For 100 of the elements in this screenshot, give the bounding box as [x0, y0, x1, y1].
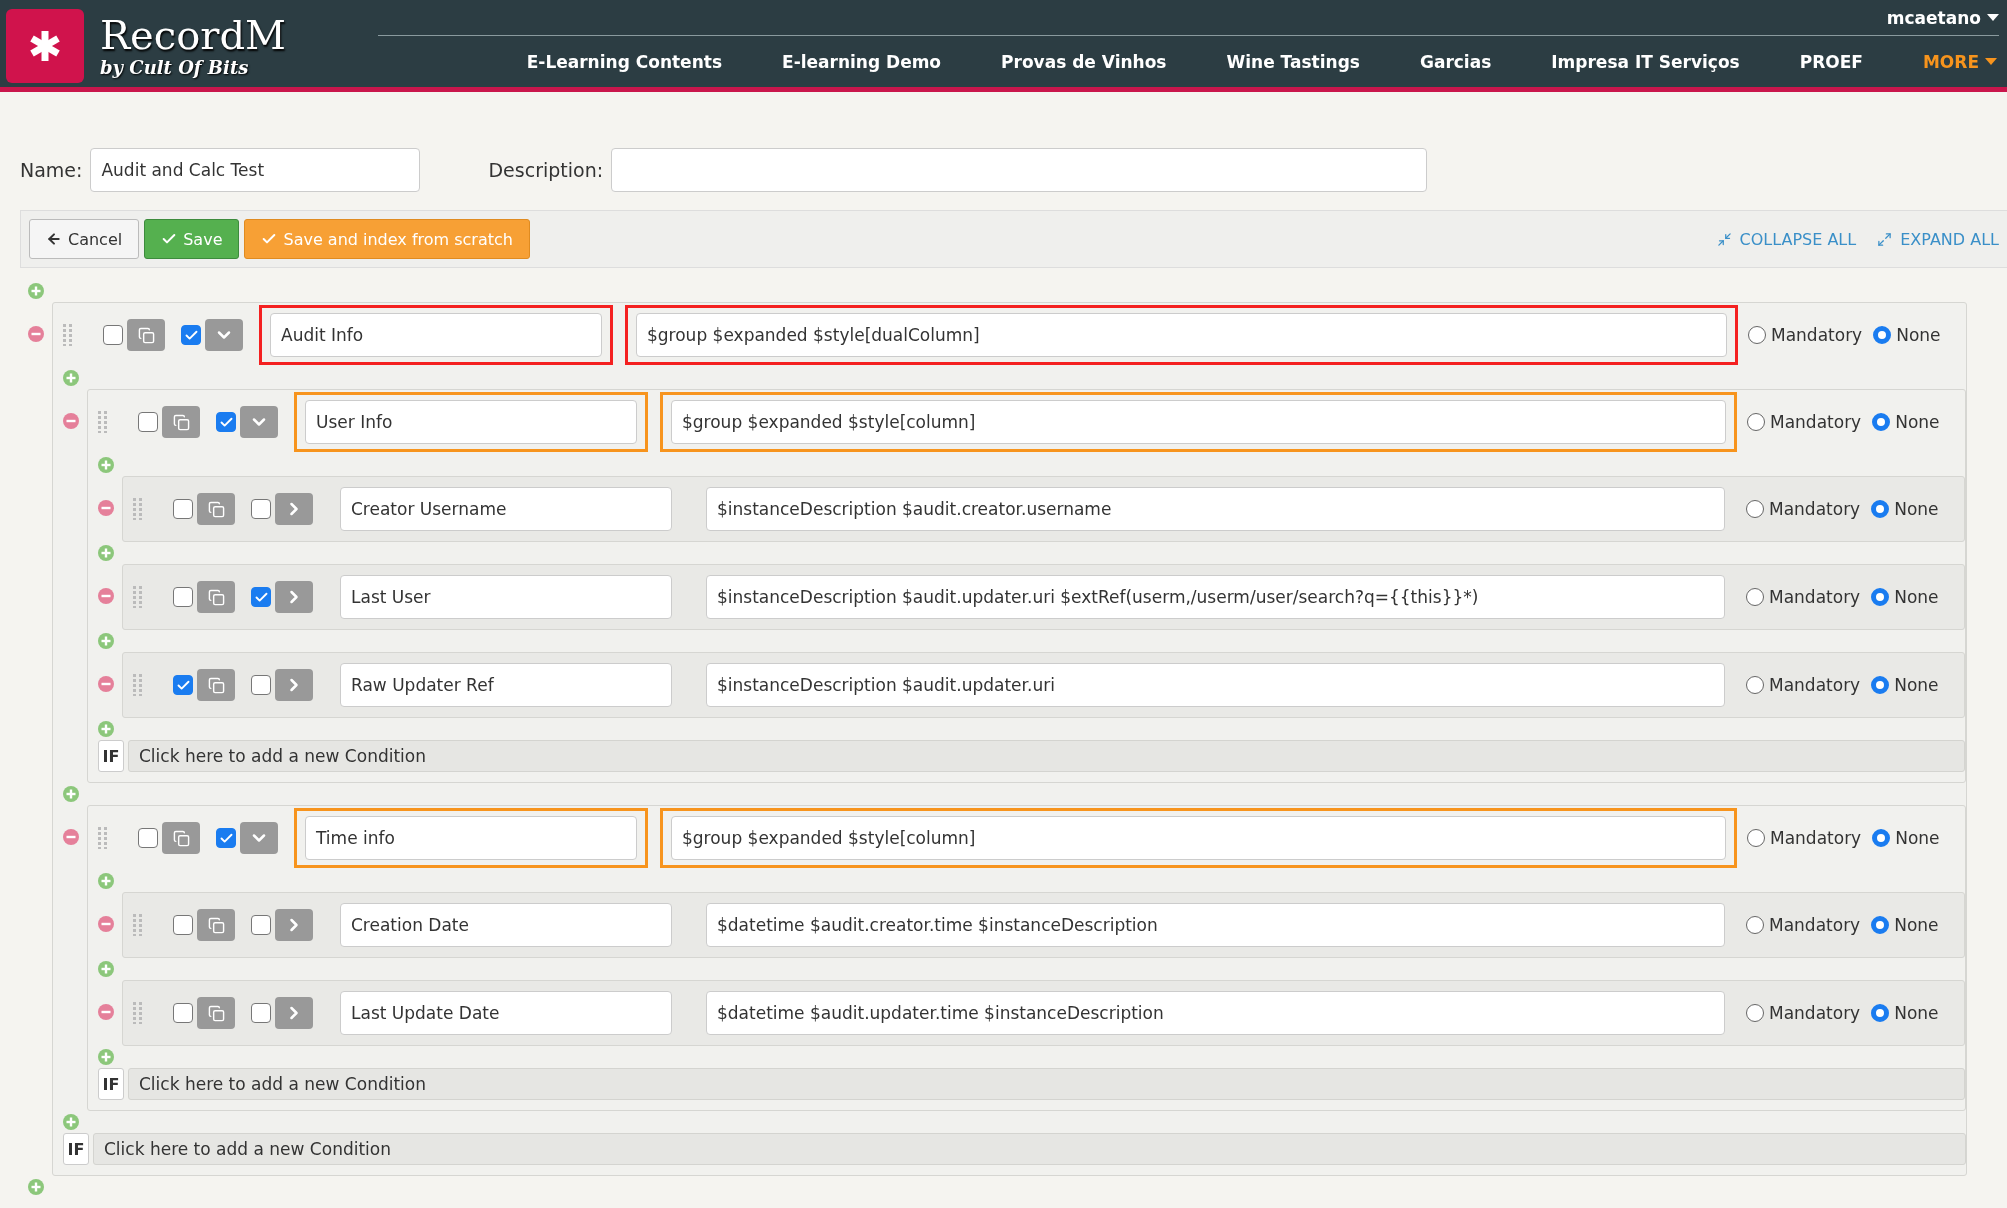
checkbox[interactable]	[138, 828, 158, 848]
checkbox[interactable]	[138, 412, 158, 432]
expand-button[interactable]	[240, 822, 278, 854]
checkbox[interactable]	[173, 915, 193, 935]
radio-button[interactable]	[1873, 326, 1892, 344]
drag-handle-icon[interactable]	[133, 498, 143, 520]
expand-button[interactable]	[275, 909, 313, 941]
drag-handle-icon[interactable]	[98, 411, 108, 433]
remove-icon[interactable]	[63, 829, 79, 845]
drag-handle-icon[interactable]	[133, 674, 143, 696]
nav-link[interactable]: E-Learning Contents	[526, 51, 722, 72]
add-icon[interactable]	[63, 1114, 79, 1130]
add-condition-bar[interactable]: Click here to add a new Condition	[128, 740, 1965, 772]
drag-handle-icon[interactable]	[133, 586, 143, 608]
name-field[interactable]: Raw Updater Ref	[340, 663, 672, 707]
radio-button[interactable]	[1872, 413, 1891, 431]
checkbox[interactable]	[173, 675, 193, 695]
checkbox[interactable]	[251, 915, 271, 935]
checkbox[interactable]	[173, 587, 193, 607]
radio-button[interactable]	[1748, 326, 1766, 344]
duplicate-button[interactable]	[127, 319, 165, 351]
radio-button[interactable]	[1747, 413, 1765, 431]
checkbox[interactable]	[216, 412, 236, 432]
add-icon[interactable]	[28, 283, 44, 299]
remove-icon[interactable]	[63, 413, 79, 429]
checkbox[interactable]	[251, 499, 271, 519]
drag-handle-icon[interactable]	[63, 324, 73, 346]
more-menu[interactable]: MORE	[1922, 51, 1997, 72]
checkbox[interactable]	[251, 1003, 271, 1023]
remove-icon[interactable]	[98, 1004, 114, 1020]
logo-icon[interactable]	[6, 8, 84, 83]
radio-button[interactable]	[1871, 916, 1890, 934]
name-field[interactable]: Last User	[340, 575, 672, 619]
radio-button[interactable]	[1871, 1004, 1890, 1022]
name-field[interactable]: User Info	[305, 400, 637, 444]
remove-icon[interactable]	[98, 588, 114, 604]
drag-handle-icon[interactable]	[133, 1002, 143, 1024]
expand-button[interactable]	[275, 493, 313, 525]
radio-button[interactable]	[1871, 676, 1890, 694]
description-field[interactable]: $group $expanded $style[column]	[671, 816, 1726, 860]
description-input[interactable]	[611, 148, 1428, 192]
name-field[interactable]: Creation Date	[340, 903, 672, 947]
add-icon[interactable]	[98, 1049, 114, 1065]
duplicate-button[interactable]	[197, 997, 235, 1029]
remove-icon[interactable]	[28, 326, 44, 342]
nav-link[interactable]: Provas de Vinhos	[1001, 51, 1167, 72]
name-field[interactable]: Creator Username	[340, 487, 672, 531]
checkbox[interactable]	[251, 587, 271, 607]
radio-button[interactable]	[1746, 588, 1764, 606]
radio-button[interactable]	[1872, 829, 1891, 847]
remove-icon[interactable]	[98, 500, 114, 516]
name-input[interactable]: Audit and Calc Test	[90, 148, 421, 192]
nav-link[interactable]: Impresa IT Serviços	[1551, 51, 1740, 72]
expand-button[interactable]	[275, 669, 313, 701]
name-field[interactable]: Time info	[305, 816, 637, 860]
description-field[interactable]: $instanceDescription $audit.updater.uri	[706, 663, 1725, 707]
duplicate-button[interactable]	[197, 493, 235, 525]
nav-link[interactable]: PROEF	[1799, 51, 1863, 72]
name-field[interactable]: Audit Info	[270, 313, 602, 357]
nav-link[interactable]: Wine Tastings	[1226, 51, 1360, 72]
expand-button[interactable]	[240, 406, 278, 438]
drag-handle-icon[interactable]	[133, 914, 143, 936]
nav-link[interactable]: E-learning Demo	[782, 51, 942, 72]
duplicate-button[interactable]	[162, 406, 200, 438]
expand-button[interactable]	[275, 997, 313, 1029]
duplicate-button[interactable]	[197, 909, 235, 941]
checkbox[interactable]	[251, 675, 271, 695]
radio-button[interactable]	[1871, 588, 1890, 606]
add-icon[interactable]	[98, 545, 114, 561]
duplicate-button[interactable]	[162, 822, 200, 854]
description-field[interactable]: $group $expanded $style[dualColumn]	[636, 313, 1727, 357]
radio-button[interactable]	[1746, 500, 1764, 518]
radio-button[interactable]	[1746, 676, 1764, 694]
checkbox[interactable]	[216, 828, 236, 848]
duplicate-button[interactable]	[197, 669, 235, 701]
radio-button[interactable]	[1871, 500, 1890, 518]
description-field[interactable]: $datetime $audit.creator.time $instanceDescription	[706, 903, 1725, 947]
add-icon[interactable]	[98, 721, 114, 737]
nav-link[interactable]: Garcias	[1419, 51, 1492, 72]
add-icon[interactable]	[28, 1179, 44, 1195]
add-icon[interactable]	[98, 873, 114, 889]
add-icon[interactable]	[98, 633, 114, 649]
remove-icon[interactable]	[98, 676, 114, 692]
cancel-button[interactable]: Cancel	[29, 219, 140, 259]
radio-button[interactable]	[1746, 916, 1764, 934]
add-condition-bar[interactable]: Click here to add a new Condition	[93, 1133, 1966, 1165]
checkbox[interactable]	[181, 325, 201, 345]
add-icon[interactable]	[98, 457, 114, 473]
add-icon[interactable]	[63, 786, 79, 802]
expand-button[interactable]	[205, 319, 243, 351]
name-field[interactable]: Last Update Date	[340, 991, 672, 1035]
add-icon[interactable]	[98, 961, 114, 977]
checkbox[interactable]	[103, 325, 123, 345]
radio-button[interactable]	[1746, 1004, 1764, 1022]
add-icon[interactable]	[63, 370, 79, 386]
checkbox[interactable]	[173, 1003, 193, 1023]
description-field[interactable]: $group $expanded $style[column]	[671, 400, 1726, 444]
checkbox[interactable]	[173, 499, 193, 519]
radio-button[interactable]	[1747, 829, 1765, 847]
add-condition-bar[interactable]: Click here to add a new Condition	[128, 1068, 1965, 1100]
